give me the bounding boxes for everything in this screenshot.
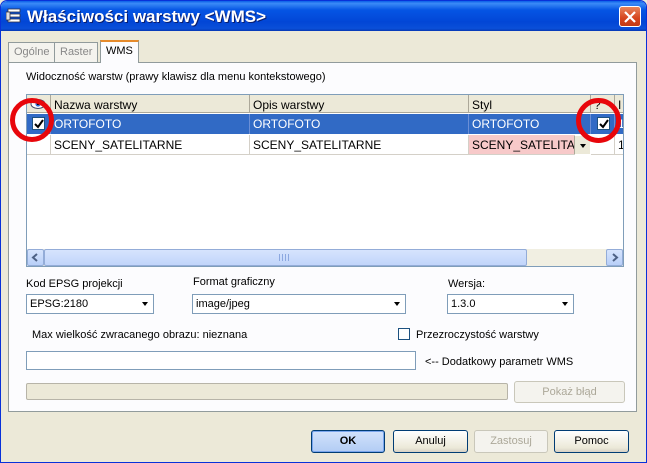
chevron-down-icon[interactable] xyxy=(389,296,404,312)
help-button[interactable]: Pomoc xyxy=(554,430,629,453)
properties-dialog: Właściwości warstwy <WMS> Ogólne Raster … xyxy=(0,0,647,463)
column-name[interactable]: Nazwa warstwy xyxy=(51,95,250,113)
cancel-button[interactable]: Anuluj xyxy=(393,430,468,453)
close-button[interactable] xyxy=(619,6,641,27)
version-select[interactable]: 1.3.0 xyxy=(447,294,574,314)
transparency-label: Przezroczystość warstwy xyxy=(416,329,539,341)
layer-name: ORTOFOTO xyxy=(51,114,250,134)
layer-description: ORTOFOTO xyxy=(250,114,469,134)
highlight-circle-query xyxy=(576,98,621,143)
extra-cell: 1 xyxy=(615,135,623,155)
version-value: 1.3.0 xyxy=(451,298,476,310)
extra-param-input[interactable] xyxy=(26,351,416,370)
epsg-label: Kod EPSG projekcji xyxy=(26,278,123,290)
title-bar[interactable]: Właściwości warstwy <WMS> xyxy=(1,1,646,31)
max-size-label: Max wielkość zwracanego obrazu: nieznana xyxy=(32,329,248,341)
version-label: Wersja: xyxy=(448,278,486,290)
layer-row-sceny-satelitarne[interactable]: SCENY_SATELITARNE SCENY_SATELITARNE SCEN… xyxy=(27,135,623,155)
format-label: Format graficzny xyxy=(193,276,275,288)
epsg-value: EPSG:2180 xyxy=(30,298,89,310)
ok-button[interactable]: OK xyxy=(311,430,385,453)
chevron-right-icon xyxy=(612,253,619,262)
column-style[interactable]: Styl xyxy=(469,95,591,113)
layer-row-ortofoto[interactable]: ORTOFOTO ORTOFOTO ORTOFOTO 1 xyxy=(27,114,623,134)
status-progress-bar xyxy=(26,383,508,400)
tab-ogolne[interactable]: Ogólne xyxy=(8,42,56,62)
layers-section-label: Widoczność warstw (prawy klawisz dla men… xyxy=(26,71,326,83)
scroll-left-button[interactable] xyxy=(27,249,44,266)
extra-param-label: <-- Dodatkowy parametr WMS xyxy=(425,356,574,368)
highlight-circle-visible xyxy=(10,98,54,142)
chevron-down-icon[interactable] xyxy=(137,296,152,312)
column-description[interactable]: Opis warstwy xyxy=(250,95,469,113)
scroll-grip xyxy=(279,254,291,261)
layer-properties-icon xyxy=(5,8,22,24)
layers-grid[interactable]: Nazwa warstwy Opis warstwy Styl ? I ORTO… xyxy=(26,94,624,267)
chevron-down-icon[interactable] xyxy=(557,296,572,312)
epsg-select[interactable]: EPSG:2180 xyxy=(26,294,154,314)
tab-raster[interactable]: Raster xyxy=(54,42,99,62)
scroll-thumb[interactable] xyxy=(44,249,527,266)
scroll-right-button[interactable] xyxy=(606,249,623,266)
layer-name: SCENY_SATELITARNE xyxy=(51,135,250,155)
apply-button[interactable]: Zastosuj xyxy=(474,430,548,453)
tab-wms[interactable]: WMS xyxy=(100,40,139,63)
format-value: image/jpeg xyxy=(196,298,250,310)
layer-style[interactable]: ORTOFOTO xyxy=(469,114,591,134)
close-icon xyxy=(624,11,636,23)
horizontal-scrollbar[interactable] xyxy=(27,249,623,266)
window-title: Właściwości warstwy <WMS> xyxy=(27,7,267,26)
show-error-button[interactable]: Pokaż błąd xyxy=(514,381,625,403)
format-select[interactable]: image/jpeg xyxy=(192,294,406,314)
layer-description: SCENY_SATELITARNE xyxy=(250,135,469,155)
layer-style[interactable]: SCENY_SATELITA xyxy=(469,135,575,155)
grid-header: Nazwa warstwy Opis warstwy Styl ? I xyxy=(27,95,623,113)
transparency-checkbox[interactable] xyxy=(398,328,410,340)
chevron-left-icon xyxy=(31,253,38,262)
